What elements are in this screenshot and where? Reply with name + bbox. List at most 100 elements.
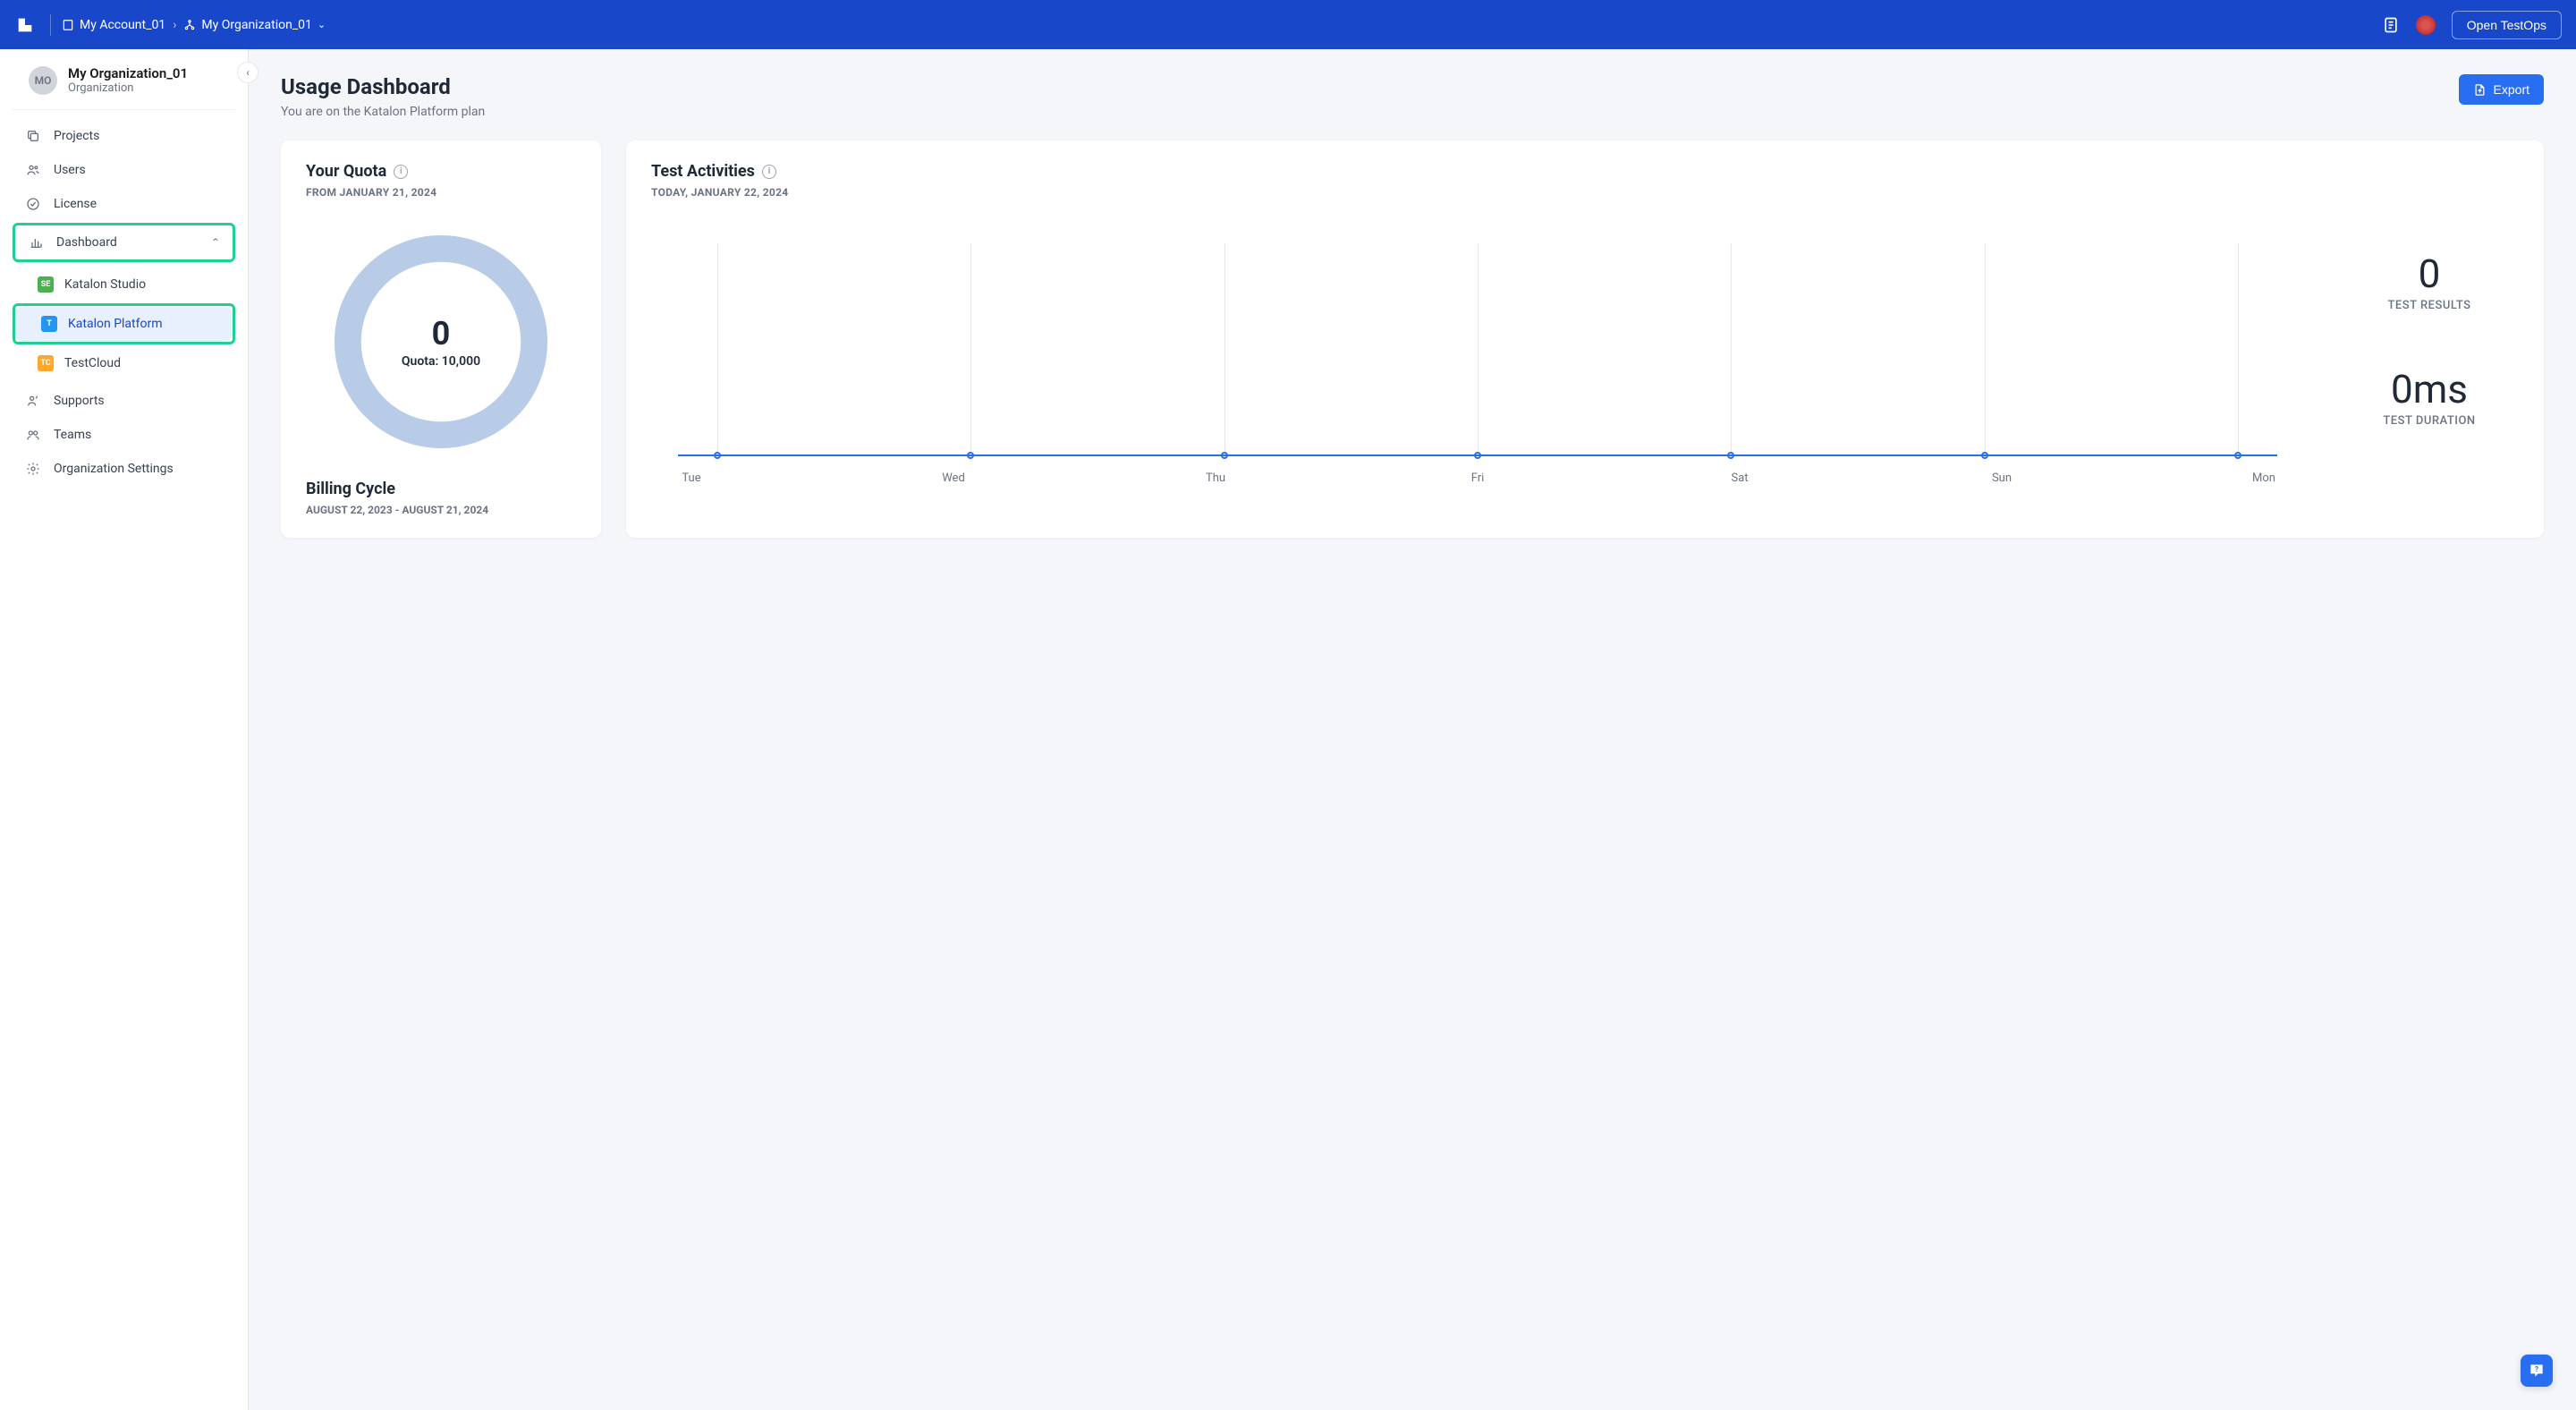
x-axis-label: Tue (669, 471, 714, 485)
activities-stats: 0 TEST RESULTS 0ms TEST DURATION (2340, 162, 2519, 516)
sidebar-collapse-button[interactable]: ‹ (237, 62, 258, 83)
quota-used-value: 0 (402, 315, 480, 352)
quota-title-text: Your Quota (306, 162, 386, 181)
billing-cycle-title: Billing Cycle (306, 480, 576, 498)
divider (50, 14, 51, 36)
chevron-right-icon: › (173, 18, 176, 32)
grid-line (2238, 243, 2239, 458)
info-icon[interactable]: i (762, 165, 776, 179)
breadcrumb-org-label: My Organization_01 (201, 18, 312, 32)
x-axis-label: Fri (1455, 471, 1500, 485)
app-logo[interactable] (14, 14, 36, 36)
sidebar-nav: Projects Users License Dashboard ⌃ (0, 119, 248, 486)
sidebar-item-supports[interactable]: Supports (13, 384, 235, 418)
page-header: Usage Dashboard You are on the Katalon P… (281, 74, 2544, 119)
activities-title-text: Test Activities (651, 162, 755, 181)
highlight-katalon-platform: T Katalon Platform (13, 303, 235, 344)
grid-line (717, 243, 718, 458)
sidebar-item-label: Supports (54, 394, 105, 408)
x-axis-label: Wed (931, 471, 976, 485)
globe-icon[interactable] (2416, 15, 2436, 35)
breadcrumb-account[interactable]: My Account_01 (62, 18, 165, 32)
test-results-value: 0 (2340, 251, 2519, 297)
export-button-label: Export (2494, 82, 2529, 97)
activities-chart-area: Test Activities i TODAY, JANUARY 22, 202… (651, 162, 2304, 516)
x-axis-label: Mon (2241, 471, 2286, 485)
chart-bar-icon (28, 234, 44, 251)
subnav-item-label: Katalon Platform (68, 317, 163, 331)
sidebar-item-projects[interactable]: Projects (13, 119, 235, 153)
highlight-dashboard: Dashboard ⌃ (13, 223, 235, 262)
sidebar-item-label: Organization Settings (54, 462, 174, 476)
chevron-up-icon: ⌃ (211, 236, 220, 249)
help-icon: ? (2528, 1362, 2546, 1380)
sidebar-item-dashboard[interactable]: Dashboard ⌃ (15, 225, 233, 259)
x-axis-label: Sun (1979, 471, 2024, 485)
grid-line (1478, 243, 1479, 458)
org-avatar: MO (29, 66, 57, 95)
export-icon (2473, 83, 2487, 97)
main-content: Usage Dashboard You are on the Katalon P… (249, 49, 2576, 1410)
sidebar: ‹ MO My Organization_01 Organization Pro… (0, 49, 249, 1410)
test-results-label: TEST RESULTS (2340, 299, 2519, 312)
help-fab-button[interactable]: ? (2521, 1355, 2553, 1387)
org-name: My Organization_01 (68, 65, 188, 81)
grid-line (1985, 243, 1986, 458)
open-testops-button[interactable]: Open TestOps (2452, 11, 2562, 39)
subnav-item-katalon-platform[interactable]: T Katalon Platform (16, 307, 232, 341)
page-subtitle: You are on the Katalon Platform plan (281, 105, 485, 119)
subnav-item-testcloud[interactable]: TC TestCloud (13, 346, 235, 380)
sidebar-item-license[interactable]: License (13, 187, 235, 221)
quota-date-range: FROM JANUARY 21, 2024 (306, 186, 576, 199)
x-axis-label: Thu (1193, 471, 1238, 485)
breadcrumb-account-label: My Account_01 (80, 18, 165, 32)
quota-donut: 0 Quota: 10,000 (306, 231, 576, 453)
sidebar-item-label: Users (54, 163, 86, 177)
katalon-studio-icon: SE (38, 276, 54, 293)
gear-icon (25, 461, 41, 477)
subnav-item-label: TestCloud (64, 356, 121, 370)
check-circle-icon (25, 196, 41, 212)
info-icon[interactable]: i (394, 165, 408, 179)
grid-line (1224, 243, 1225, 458)
katalon-platform-icon: T (41, 316, 57, 332)
billing-cycle-dates: AUGUST 22, 2023 - AUGUST 21, 2024 (306, 504, 576, 516)
breadcrumb-org[interactable]: My Organization_01 ⌄ (183, 18, 326, 32)
activities-line-chart: TueWedThuFriSatSunMon (651, 243, 2304, 485)
sidebar-item-org-settings[interactable]: Organization Settings (13, 452, 235, 486)
org-type-label: Organization (68, 81, 188, 95)
notes-icon[interactable] (2382, 16, 2400, 34)
activities-date: TODAY, JANUARY 22, 2024 (651, 186, 2304, 199)
svg-text:?: ? (2535, 1365, 2538, 1374)
stat-test-results: 0 TEST RESULTS (2340, 251, 2519, 312)
sidebar-item-label: License (54, 197, 97, 211)
export-button[interactable]: Export (2459, 74, 2544, 105)
donut-center: 0 Quota: 10,000 (402, 315, 480, 369)
chart-series-line (678, 454, 2277, 456)
sidebar-item-users[interactable]: Users (13, 153, 235, 187)
users-icon (25, 162, 41, 178)
support-icon (25, 393, 41, 409)
sidebar-item-label: Dashboard (56, 235, 117, 250)
test-duration-value: 0ms (2340, 366, 2519, 412)
activities-title: Test Activities i (651, 162, 2304, 181)
grid-line (1731, 243, 1732, 458)
org-tree-icon (183, 19, 196, 31)
test-duration-label: TEST DURATION (2340, 414, 2519, 428)
sidebar-item-label: Teams (54, 428, 91, 442)
cards-row: Your Quota i FROM JANUARY 21, 2024 0 Quo… (281, 140, 2544, 538)
topbar-right: Open TestOps (2382, 11, 2562, 39)
activities-card: Test Activities i TODAY, JANUARY 22, 202… (626, 140, 2544, 538)
org-header[interactable]: MO My Organization_01 Organization (13, 65, 235, 110)
subnav-item-label: Katalon Studio (64, 277, 146, 292)
subnav-item-katalon-studio[interactable]: SE Katalon Studio (13, 268, 235, 302)
dashboard-subnav: SE Katalon Studio T Katalon Platform TC … (13, 264, 235, 384)
quota-title: Your Quota i (306, 162, 576, 181)
building-icon (62, 19, 74, 31)
sidebar-item-teams[interactable]: Teams (13, 418, 235, 452)
sidebar-item-label: Projects (54, 129, 99, 143)
stat-test-duration: 0ms TEST DURATION (2340, 366, 2519, 428)
testcloud-icon: TC (38, 355, 54, 371)
x-axis-labels: TueWedThuFriSatSunMon (651, 471, 2304, 485)
breadcrumb: My Account_01 › My Organization_01 ⌄ (62, 18, 326, 32)
